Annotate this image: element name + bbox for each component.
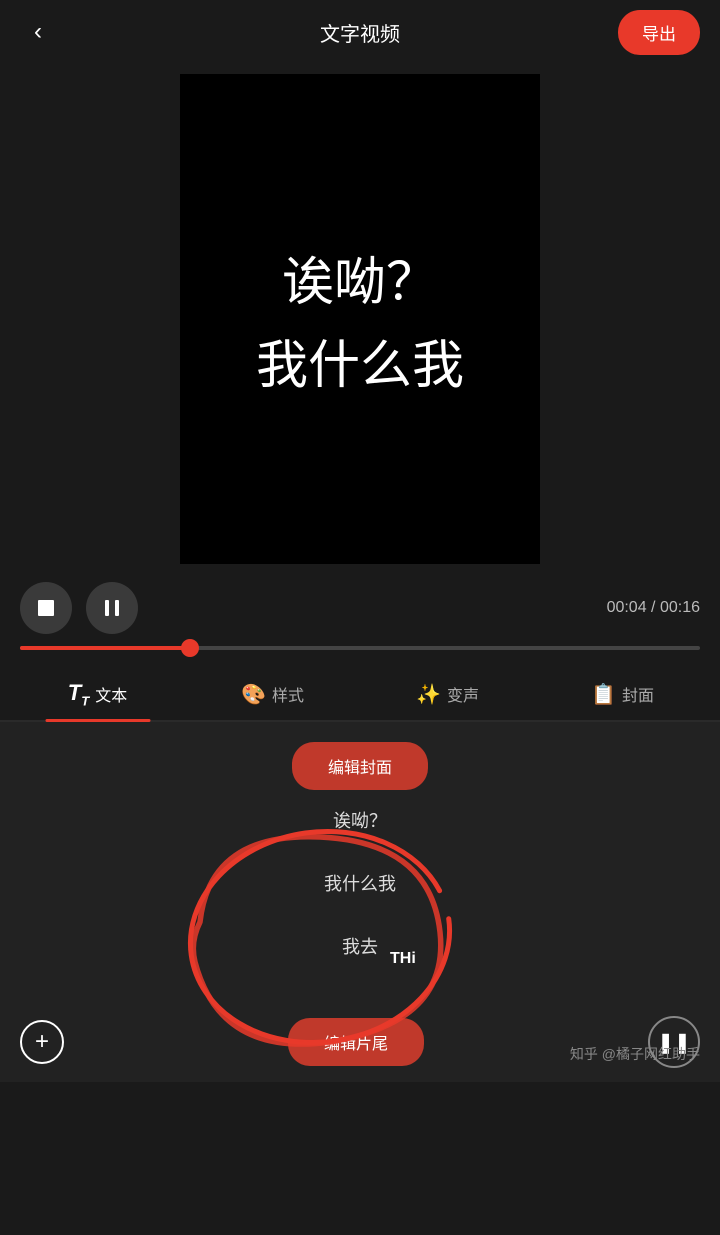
progress-bar-track[interactable] (20, 646, 700, 650)
video-text-line2: 我什么我 (256, 323, 464, 398)
text-line-item-2[interactable]: 我什么我 (0, 853, 720, 916)
time-current: 00:04 (607, 599, 647, 616)
edit-tail-button[interactable]: 编辑片尾 (288, 1018, 424, 1066)
time-display: 00:04 / 00:16 (607, 599, 700, 617)
bottom-actions: + 编辑片尾 ❚❚ (0, 1002, 720, 1082)
voice-tab-icon: ✨ (416, 682, 441, 707)
stop-icon (34, 596, 58, 620)
add-icon: + (35, 1028, 49, 1056)
progress-knob[interactable] (181, 639, 199, 657)
editing-area: 编辑封面 诶呦？ 我什么我 我去 THi + 编辑片尾 ❚❚ 知乎 @橘子网红助… (0, 722, 720, 1082)
back-button[interactable]: ‹ (20, 14, 56, 50)
controls-row: 00:04 / 00:16 (0, 564, 720, 642)
text-line-item-3[interactable]: 我去 (0, 916, 720, 979)
text-line-item-1[interactable]: 诶呦？ (0, 790, 720, 853)
tab-text[interactable]: TT 文本 (10, 666, 185, 720)
tab-cover-label: 封面 (622, 682, 654, 706)
time-separator: / (647, 599, 660, 616)
cover-tab-icon: 📋 (591, 682, 616, 707)
time-total: 00:16 (660, 599, 700, 616)
add-button[interactable]: + (20, 1020, 64, 1064)
export-button[interactable]: 导出 (618, 10, 700, 55)
tabs-row: TT 文本 🎨 样式 ✨ 变声 📋 封面 (0, 666, 720, 722)
tab-voice[interactable]: ✨ 变声 (360, 668, 535, 719)
progress-bar-fill (20, 646, 190, 650)
edit-cover-button[interactable]: 编辑封面 (292, 742, 428, 790)
tab-cover[interactable]: 📋 封面 (535, 668, 710, 719)
tab-text-label: 文本 (95, 682, 127, 706)
progress-bar-container[interactable] (0, 642, 720, 666)
style-tab-icon: 🎨 (241, 682, 266, 707)
video-preview[interactable]: 诶呦？ 我什么我 (180, 74, 540, 564)
tab-voice-label: 变声 (447, 682, 479, 706)
tab-style-label: 样式 (272, 682, 304, 706)
header: ‹ 文字视频 导出 (0, 0, 720, 64)
video-container: 诶呦？ 我什么我 (0, 64, 720, 564)
pause-button[interactable] (86, 582, 138, 634)
back-icon: ‹ (34, 18, 42, 46)
video-text-line1: 诶呦？ (256, 240, 464, 315)
tab-style[interactable]: 🎨 样式 (185, 668, 360, 719)
stop-button[interactable] (20, 582, 72, 634)
pause-icon (100, 596, 124, 620)
text-tab-icon: TT (68, 680, 89, 708)
watermark: 知乎 @橘子网红助手 (570, 1044, 700, 1064)
page-title: 文字视频 (320, 18, 400, 47)
video-text-content: 诶呦？ 我什么我 (256, 240, 464, 398)
playback-buttons (20, 582, 138, 634)
